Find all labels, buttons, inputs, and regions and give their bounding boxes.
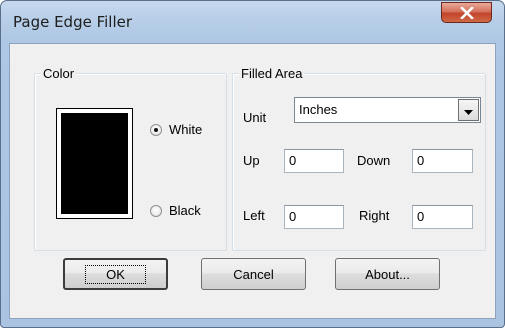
right-label: Right bbox=[359, 208, 390, 223]
filled-area-group-label: Filled Area bbox=[239, 66, 305, 81]
down-label: Down bbox=[357, 153, 391, 168]
unit-select-value: Inches bbox=[299, 102, 338, 117]
filled-area-groupbox: Filled Area Unit Inches Up 0 Down 0 Left… bbox=[232, 66, 486, 251]
chevron-down-icon bbox=[464, 103, 473, 118]
color-preview-swatch bbox=[56, 108, 133, 219]
close-button[interactable] bbox=[441, 2, 492, 23]
white-radio[interactable] bbox=[150, 124, 162, 136]
dropdown-arrow-button[interactable] bbox=[458, 99, 479, 121]
radio-selected-dot bbox=[154, 128, 158, 132]
title-bar[interactable]: Page Edge Filler bbox=[1, 1, 504, 43]
close-icon bbox=[459, 6, 474, 19]
left-label: Left bbox=[243, 208, 265, 223]
dialog-body: Color White Black Filled Area Unit Inche… bbox=[9, 43, 496, 319]
about-button[interactable]: About... bbox=[335, 258, 440, 290]
unit-label: Unit bbox=[243, 110, 267, 125]
black-radio-label[interactable]: Black bbox=[169, 203, 201, 218]
black-radio[interactable] bbox=[150, 205, 162, 217]
up-label: Up bbox=[243, 153, 260, 168]
dialog-window: Page Edge Filler Color White Black Fille… bbox=[0, 0, 505, 328]
white-radio-label[interactable]: White bbox=[169, 122, 202, 137]
window-title: Page Edge Filler bbox=[13, 13, 133, 31]
color-group-label: Color bbox=[41, 66, 77, 81]
down-input[interactable]: 0 bbox=[412, 149, 473, 173]
left-input[interactable]: 0 bbox=[284, 205, 344, 229]
color-preview-fill bbox=[61, 113, 128, 214]
ok-button[interactable]: OK bbox=[63, 258, 168, 290]
right-input[interactable]: 0 bbox=[412, 205, 473, 229]
cancel-button[interactable]: Cancel bbox=[201, 258, 306, 290]
up-input[interactable]: 0 bbox=[284, 149, 344, 173]
color-groupbox: Color White Black bbox=[34, 66, 227, 251]
ok-button-label: OK bbox=[85, 264, 146, 284]
unit-select[interactable]: Inches bbox=[294, 97, 481, 123]
